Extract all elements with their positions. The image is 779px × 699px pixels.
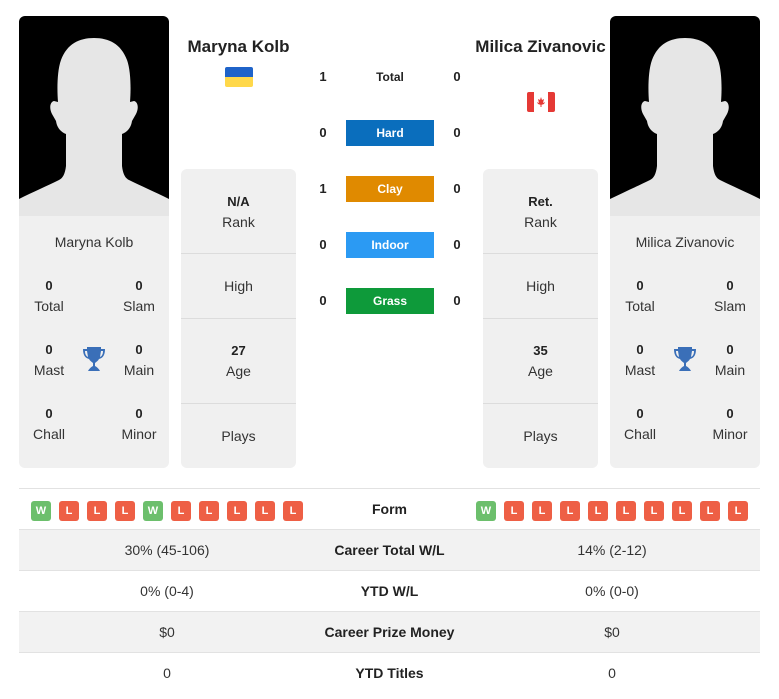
stat-mast: 0 Mast <box>33 342 65 378</box>
surface-badge-clay[interactable]: Clay <box>346 176 434 202</box>
divider <box>483 253 598 254</box>
left-value: 0% (0-4) <box>140 583 194 599</box>
stat-slam: 0 Slam <box>123 278 155 314</box>
right-value: 14% (2-12) <box>577 542 647 558</box>
h2h-row-clay: 1 Clay 0 <box>310 176 470 202</box>
row-label: Career Total W/L <box>334 542 445 558</box>
row-label: Career Prize Money <box>324 624 455 640</box>
form-badge-loss[interactable]: L <box>87 501 107 521</box>
player-stats-card-left: Maryna Kolb 0 Total 0 Slam 0 Mast 0 Main… <box>19 216 169 468</box>
form-badge-loss[interactable]: L <box>255 501 275 521</box>
comparison-table: WLLLWLLLLL Form WLLLLLLLLL 30% (45-106) … <box>19 488 760 693</box>
info-high: High <box>526 278 555 294</box>
canada-flag-icon <box>527 92 555 112</box>
stat-minor: 0 Minor <box>712 406 748 442</box>
player-card-name[interactable]: Maryna Kolb <box>19 234 169 250</box>
form-badge-win[interactable]: W <box>476 501 496 521</box>
silhouette-icon <box>610 38 760 216</box>
player-name-left[interactable]: Maryna Kolb <box>170 34 307 59</box>
trophy-icon <box>83 347 105 371</box>
info-rank: N/A Rank <box>222 194 255 230</box>
player-card-name[interactable]: Milica Zivanovic <box>610 234 760 250</box>
trophy-icon <box>674 347 696 371</box>
info-high: High <box>224 278 253 294</box>
right-value: $0 <box>604 624 620 640</box>
player-info-card-right: Ret. Rank High 35 Age Plays <box>483 169 598 468</box>
left-value: 0 <box>163 665 171 681</box>
info-rank: Ret. Rank <box>524 194 557 230</box>
stat-minor: 0 Minor <box>121 406 157 442</box>
right-value: 0% (0-0) <box>585 583 639 599</box>
player-stats-card-right: Milica Zivanovic 0 Total 0 Slam 0 Mast 0… <box>610 216 760 468</box>
form-badge-loss[interactable]: L <box>560 501 580 521</box>
h2h-row-total: 1 Total 0 <box>310 64 470 90</box>
table-row: 30% (45-106) Career Total W/L 14% (2-12) <box>19 529 760 570</box>
form-badge-loss[interactable]: L <box>283 501 303 521</box>
silhouette-icon <box>19 38 169 216</box>
surface-badge-grass[interactable]: Grass <box>346 288 434 314</box>
table-row: 0 YTD Titles 0 <box>19 652 760 693</box>
form-badges-right: WLLLLLLLLL <box>476 501 748 521</box>
form-badge-loss[interactable]: L <box>171 501 191 521</box>
player-photo-left <box>19 16 169 216</box>
info-plays: Plays <box>221 428 256 444</box>
form-badge-loss[interactable]: L <box>588 501 608 521</box>
form-badge-loss[interactable]: L <box>199 501 219 521</box>
form-badge-win[interactable]: W <box>31 501 51 521</box>
stat-slam: 0 Slam <box>714 278 746 314</box>
row-label: YTD Titles <box>355 665 424 681</box>
divider <box>181 253 296 254</box>
table-row: 0% (0-4) YTD W/L 0% (0-0) <box>19 570 760 611</box>
stat-main: 0 Main <box>714 342 746 378</box>
h2h-row-hard: 0 Hard 0 <box>310 120 470 146</box>
stat-chall: 0 Chall <box>624 406 656 442</box>
surface-badge-indoor[interactable]: Indoor <box>346 232 434 258</box>
stat-main: 0 Main <box>123 342 155 378</box>
form-badge-loss[interactable]: L <box>227 501 247 521</box>
stat-total: 0 Total <box>34 278 64 314</box>
right-value: 0 <box>608 665 616 681</box>
form-badge-loss[interactable]: L <box>115 501 135 521</box>
form-badge-loss[interactable]: L <box>672 501 692 521</box>
form-row: WLLLWLLLLL Form WLLLLLLLLL <box>19 488 760 529</box>
stat-total: 0 Total <box>625 278 655 314</box>
form-badge-win[interactable]: W <box>143 501 163 521</box>
form-badge-loss[interactable]: L <box>504 501 524 521</box>
divider <box>181 318 296 319</box>
h2h-row-grass: 0 Grass 0 <box>310 288 470 314</box>
divider <box>483 318 598 319</box>
row-label: Form <box>372 501 407 517</box>
surface-label-total: Total <box>376 70 404 84</box>
left-value: 30% (45-106) <box>124 542 210 558</box>
divider <box>483 403 598 404</box>
form-badges-left: WLLLWLLLLL <box>31 501 303 521</box>
player-name-right[interactable]: Milica Zivanovic <box>472 34 609 59</box>
player-photo-right <box>610 16 760 216</box>
divider <box>181 403 296 404</box>
form-badge-loss[interactable]: L <box>616 501 636 521</box>
player-info-card-left: N/A Rank High 27 Age Plays <box>181 169 296 468</box>
row-label: YTD W/L <box>360 583 419 599</box>
ukraine-flag-icon <box>225 67 253 87</box>
info-age: 27 Age <box>226 343 251 379</box>
info-plays: Plays <box>523 428 558 444</box>
form-badge-loss[interactable]: L <box>728 501 748 521</box>
info-age: 35 Age <box>528 343 553 379</box>
form-badge-loss[interactable]: L <box>700 501 720 521</box>
h2h-row-indoor: 0 Indoor 0 <box>310 232 470 258</box>
form-badge-loss[interactable]: L <box>644 501 664 521</box>
stat-mast: 0 Mast <box>624 342 656 378</box>
form-badge-loss[interactable]: L <box>59 501 79 521</box>
left-value: $0 <box>159 624 175 640</box>
form-badge-loss[interactable]: L <box>532 501 552 521</box>
table-row: $0 Career Prize Money $0 <box>19 611 760 652</box>
surface-badge-hard[interactable]: Hard <box>346 120 434 146</box>
stat-chall: 0 Chall <box>33 406 65 442</box>
